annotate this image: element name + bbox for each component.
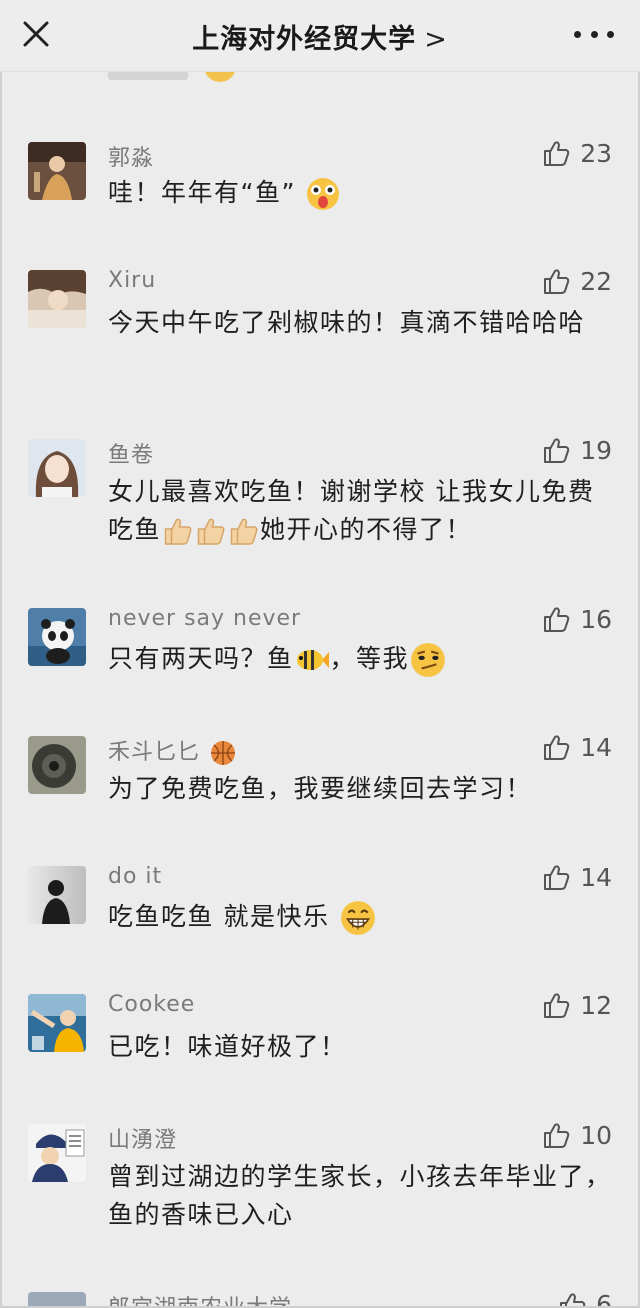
like-count: 12 [580,990,612,1020]
title-wrap: 上海对外经贸大学 > [0,0,640,72]
thumbs-up-icon [560,1292,586,1308]
more-options-button[interactable] [574,22,614,46]
thumbs-up-icon [544,993,570,1018]
thumbs-up-icon [544,607,570,632]
comment-text: 今天中午吃了剁椒味的！真滴不错哈哈哈 [108,308,586,337]
like-count: 23 [580,138,612,168]
like-button[interactable]: 12 [542,990,612,1020]
like-count: 16 [580,604,612,634]
comment-text: 只有两天吗？鱼 ，等我 [108,640,613,679]
top-bar: 上海对外经贸大学 > [0,0,640,72]
comment-text: 已吃！味道好极了！ [108,1032,347,1061]
thumbs-up-icon [544,865,570,890]
avatar[interactable] [28,736,86,794]
comment-text-body: 吃鱼吃鱼 就是快乐 [108,902,330,931]
like-button[interactable]: 10 [542,1120,612,1150]
avatar[interactable] [28,994,86,1052]
like-count: 6 [596,1290,612,1308]
avatar-image [28,142,86,200]
thumbs-up-icon [544,1123,570,1148]
avatar-image [28,736,86,794]
comment-text-body: 哇！年年有“鱼” [108,178,296,207]
surprised-tongue-emoji-icon [307,178,340,210]
close-icon [23,21,49,47]
like-count: 14 [580,862,612,892]
close-button[interactable] [18,16,54,52]
like-button[interactable]: 22 [542,266,612,296]
more-dot [607,30,614,38]
comment-author-name: 禾斗匕匕 [108,740,201,765]
comment-text-tail: ，等我 [329,644,410,673]
comment-author[interactable]: 禾斗匕匕 [108,734,236,766]
avatar[interactable] [28,608,86,666]
comment-text: 为了免费吃鱼，我要继续回去学习！ [108,774,533,803]
like-button[interactable]: 19 [542,435,612,465]
avatar[interactable] [28,866,86,924]
basketball-icon [211,741,236,765]
comment-author[interactable]: Cookee [108,992,195,1017]
thumbs-up-icon [544,141,570,166]
comment-text: 吃鱼吃鱼 就是快乐 [108,898,613,937]
thumbs-up-icon [544,269,570,294]
avatar-image [28,439,86,497]
comment-text-tail: 她开心的不得了！ [260,515,473,544]
comment-author[interactable]: 鱼卷 [108,437,154,469]
like-button[interactable]: 6 [558,1290,612,1308]
like-count: 10 [580,1120,612,1150]
comment-text: 曾到过湖边的学生家长，小孩去年毕业了，鱼的香味已入心 [108,1162,612,1229]
avatar-image [28,608,86,666]
avatar[interactable] [28,142,86,200]
page-title[interactable]: 上海对外经贸大学 > [192,17,448,56]
avatar[interactable] [28,270,86,328]
avatar-image [28,1124,86,1182]
thumbs-up-emoji-icon [197,518,225,545]
thumbs-up-emoji-icon [164,518,192,545]
comment-author[interactable]: 山湧澄 [108,1122,177,1154]
comment-text-body: 只有两天吗？鱼 [108,644,294,673]
next-comment-fragment: 郎宫湖南农业大学 6 [0,1286,640,1308]
like-count: 14 [580,732,612,762]
thumbs-up-emoji-icon [230,518,258,545]
avatar[interactable] [28,1124,86,1182]
grinning-emoji-icon [341,901,375,935]
avatar-image [28,866,86,924]
comment-text: 哇！年年有“鱼” [108,174,613,212]
page-title-text: 上海对外经贸大学 [192,23,417,55]
like-button[interactable]: 23 [542,138,612,168]
like-count: 22 [580,266,612,296]
like-button[interactable]: 16 [542,604,612,634]
like-count: 19 [580,435,612,465]
smirk-emoji-icon [411,643,445,677]
like-button[interactable]: 14 [542,732,612,762]
comment-author[interactable]: do it [108,864,162,889]
more-dot [590,30,598,38]
like-button[interactable]: 14 [542,862,612,892]
avatar[interactable] [28,439,86,497]
comment-author[interactable]: never say never [108,606,301,631]
avatar[interactable] [28,1292,86,1308]
comment-author[interactable]: 郭淼 [108,140,154,172]
chevron-right-icon: > [424,23,448,55]
tropical-fish-emoji-icon [296,650,329,670]
avatar-image [28,270,86,328]
comment-author[interactable]: Xiru [108,268,156,293]
thumbs-up-icon [544,438,570,463]
comment-author[interactable]: 郎宫湖南农业大学 [108,1290,292,1308]
more-dot [574,30,581,38]
comment-text: 女儿最喜欢吃鱼！谢谢学校 让我女儿免费吃鱼 她开心的不得了！ [108,473,613,549]
thumbs-up-icon [544,735,570,760]
avatar-image [28,994,86,1052]
